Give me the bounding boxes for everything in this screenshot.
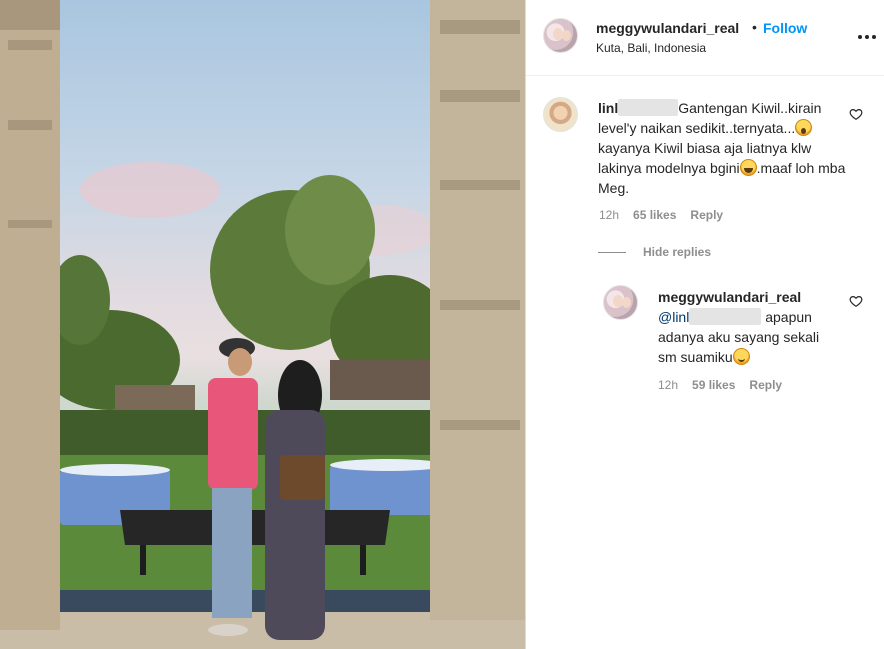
comment-reply-button[interactable]: Reply (690, 208, 723, 222)
more-options-icon[interactable] (858, 28, 876, 46)
author-username[interactable]: meggywulandari_real (596, 20, 739, 36)
commenter-username[interactable]: linl (598, 100, 618, 116)
reply-author-avatar[interactable] (603, 285, 638, 320)
commenter-avatar[interactable] (543, 97, 578, 132)
reply-mention[interactable]: @linl (658, 309, 689, 325)
comment-likes[interactable]: 65 likes (633, 208, 676, 222)
astonished-face-emoji-icon (795, 119, 813, 136)
author-avatar[interactable] (543, 18, 578, 53)
photo-scene (0, 0, 525, 649)
reply-reply-button[interactable]: Reply (749, 378, 782, 392)
post-header: meggywulandari_real • Follow Kuta, Bali,… (526, 0, 884, 76)
comment-time[interactable]: 12h (599, 208, 619, 222)
like-reply-heart-icon[interactable] (849, 294, 863, 308)
smiling-face-emoji-icon (732, 348, 750, 365)
hide-replies-button[interactable]: Hide replies (643, 245, 711, 259)
replies-divider-line (598, 252, 626, 253)
reply-likes[interactable]: 59 likes (692, 378, 735, 392)
reply-meta: 12h 59 likes Reply (658, 378, 782, 392)
redacted-mention-block (689, 308, 762, 325)
redacted-username-block (618, 99, 679, 116)
reply-time[interactable]: 12h (658, 378, 678, 392)
reply-text: meggywulandari_real @linl apapun adanya … (658, 287, 838, 367)
post-photo[interactable] (0, 0, 525, 649)
like-comment-heart-icon[interactable] (849, 107, 863, 121)
separator-dot: • (752, 19, 757, 35)
grinning-squinting-face-emoji-icon (739, 159, 757, 176)
reply-username[interactable]: meggywulandari_real (658, 289, 801, 305)
follow-button[interactable]: Follow (763, 20, 807, 36)
post-location[interactable]: Kuta, Bali, Indonesia (596, 41, 706, 55)
comment-meta: 12h 65 likes Reply (599, 208, 723, 222)
comments-panel: meggywulandari_real • Follow Kuta, Bali,… (526, 0, 884, 649)
comment-text: linl Gantengan Kiwil..kirain level'y naik… (598, 98, 848, 198)
